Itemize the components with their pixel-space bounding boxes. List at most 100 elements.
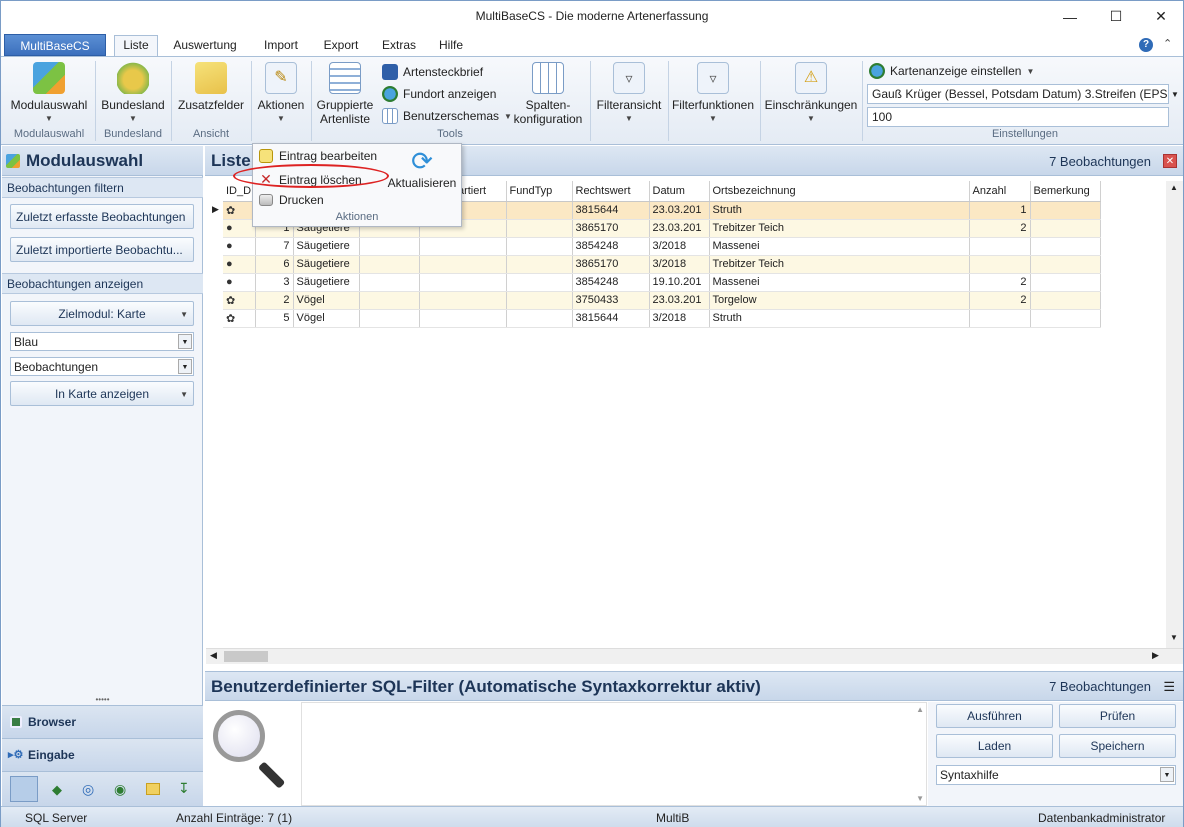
table-cell[interactable]: 3854248 <box>572 237 650 256</box>
help-icon[interactable]: ? <box>1139 38 1153 52</box>
table-cell[interactable] <box>419 255 507 274</box>
table-cell[interactable]: Trebitzer Teich <box>709 219 970 238</box>
folder-icon[interactable] <box>146 783 160 795</box>
table-cell[interactable]: Säugetiere <box>293 273 360 292</box>
table-cell[interactable]: 2 <box>969 291 1031 310</box>
table-icon[interactable] <box>10 776 38 802</box>
table-cell[interactable]: 19.10.201 <box>649 273 710 292</box>
chevron-down-icon[interactable]: ▼ <box>178 334 192 349</box>
vertical-scrollbar[interactable]: ▲ ▼ <box>1166 181 1183 648</box>
drucken-item[interactable]: Drucken <box>259 193 324 207</box>
table-cell[interactable] <box>969 255 1031 274</box>
table-cell[interactable]: 6 <box>255 255 294 274</box>
table-cell[interactable]: 3865170 <box>572 255 650 274</box>
table-cell[interactable]: 3815644 <box>572 309 650 328</box>
chevron-down-icon[interactable]: ▼ <box>1170 633 1178 642</box>
table-cell[interactable]: 3/2018 <box>649 255 710 274</box>
nav-browser[interactable]: Browser <box>2 705 203 738</box>
table-cell[interactable] <box>969 237 1031 256</box>
chevron-up-icon[interactable]: ▲ <box>916 705 924 714</box>
close-window-button[interactable]: ✕ <box>1138 1 1184 32</box>
scrollbar-thumb[interactable] <box>224 651 268 662</box>
column-header[interactable]: Rechtswert <box>572 181 650 202</box>
table-cell[interactable] <box>1030 237 1101 256</box>
download-icon[interactable]: ↧ <box>178 780 190 797</box>
app-menu-button[interactable]: MultiBaseCS <box>4 34 106 56</box>
table-cell[interactable] <box>1030 273 1101 292</box>
laden-button[interactable]: Laden <box>936 734 1053 758</box>
recent-observations-button[interactable]: Zuletzt erfasste Beobachtungen <box>10 204 194 229</box>
table-cell[interactable]: 23.03.201 <box>649 219 710 238</box>
table-cell[interactable] <box>359 291 420 310</box>
collapse-ribbon-icon[interactable]: ⌃ <box>1163 37 1172 50</box>
table-cell[interactable]: Massenei <box>709 273 970 292</box>
speichern-button[interactable]: Speichern <box>1059 734 1176 758</box>
kartenanzeige-button[interactable]: Kartenanzeige einstellen ▼ <box>869 62 1034 80</box>
aktionen-button[interactable]: ✎ Aktionen ▼ <box>253 62 309 126</box>
table-cell[interactable]: ● <box>223 219 256 238</box>
table-cell[interactable]: Säugetiere <box>293 237 360 256</box>
zusatzfelder-button[interactable]: Zusatzfelder <box>175 62 247 112</box>
table-cell[interactable]: ✿ <box>223 291 256 310</box>
table-cell[interactable] <box>1030 309 1101 328</box>
column-header[interactable]: Bemerkung <box>1030 181 1101 202</box>
table-cell[interactable]: 23.03.201 <box>649 201 710 220</box>
table-cell[interactable]: 2 <box>255 291 294 310</box>
table-cell[interactable]: ● <box>223 237 256 256</box>
column-header[interactable]: ID_D <box>223 181 256 202</box>
tab-auswertung[interactable]: Auswertung <box>169 36 241 57</box>
layer-select[interactable]: Beobachtungen ▼ <box>10 357 194 376</box>
table-cell[interactable] <box>506 255 573 274</box>
chevron-down-icon[interactable]: ▼ <box>178 359 192 374</box>
table-cell[interactable] <box>1030 219 1101 238</box>
filteransicht-button[interactable]: ▿ Filteransicht ▼ <box>593 62 665 126</box>
benutzerschemas-button[interactable]: Benutzerschemas ▼ <box>382 107 512 125</box>
chevron-down-icon[interactable]: ▼ <box>916 794 924 803</box>
table-cell[interactable]: 3750433 <box>572 291 650 310</box>
table-cell[interactable]: 3815644 <box>572 201 650 220</box>
globe-icon[interactable]: ◎ <box>82 781 94 798</box>
projection-select[interactable]: Gauß Krüger (Bessel, Potsdam Datum) 3.St… <box>867 84 1169 104</box>
table-cell[interactable]: 5 <box>255 309 294 328</box>
pruefen-button[interactable]: Prüfen <box>1059 704 1176 728</box>
table-cell[interactable] <box>359 255 420 274</box>
table-cell[interactable]: 3 <box>255 273 294 292</box>
table-row[interactable]: ● 6 Säugetiere 3865170 3/2018 Trebitzer Teich <box>223 255 1101 274</box>
table-cell[interactable] <box>359 273 420 292</box>
table-cell[interactable] <box>1030 201 1101 220</box>
nav-eingabe[interactable]: ▸⚙ Eingabe <box>2 738 203 771</box>
tab-export[interactable]: Export <box>319 36 363 57</box>
horizontal-scrollbar[interactable]: ◀ ▶ <box>206 648 1183 664</box>
table-cell[interactable]: 2 <box>969 219 1031 238</box>
table-cell[interactable] <box>506 219 573 238</box>
table-cell[interactable]: 2 <box>969 273 1031 292</box>
table-cell[interactable]: ✿ <box>223 309 256 328</box>
table-cell[interactable] <box>359 309 420 328</box>
eintrag-bearbeiten-item[interactable]: Eintrag bearbeiten <box>259 149 377 163</box>
table-cell[interactable] <box>506 201 573 220</box>
ausfuehren-button[interactable]: Ausführen <box>936 704 1053 728</box>
tab-extras[interactable]: Extras <box>377 36 421 57</box>
table-cell[interactable]: Massenei <box>709 237 970 256</box>
chevron-left-icon[interactable]: ◀ <box>210 650 217 661</box>
table-cell[interactable]: Struth <box>709 309 970 328</box>
table-cell[interactable]: Säugetiere <box>293 255 360 274</box>
table-cell[interactable]: ● <box>223 273 256 292</box>
tab-liste[interactable]: Liste <box>114 35 158 58</box>
column-header[interactable]: FundTyp <box>506 181 573 202</box>
table-cell[interactable] <box>969 309 1031 328</box>
minimize-button[interactable]: — <box>1047 1 1093 32</box>
maximize-button[interactable]: ☐ <box>1093 1 1139 32</box>
table-cell[interactable] <box>1030 255 1101 274</box>
table-cell[interactable] <box>419 237 507 256</box>
scale-input[interactable]: 100 <box>867 107 1169 127</box>
table-cell[interactable] <box>419 273 507 292</box>
in-karte-anzeigen-button[interactable]: In Karte anzeigen ▼ <box>10 381 194 406</box>
tab-import[interactable]: Import <box>257 36 305 57</box>
diamond-icon[interactable]: ◆ <box>52 782 62 798</box>
table-cell[interactable]: Vögel <box>293 291 360 310</box>
modulauswahl-button[interactable]: Modulauswahl ▼ <box>5 62 93 126</box>
table-cell[interactable]: 3865170 <box>572 219 650 238</box>
table-cell[interactable] <box>419 291 507 310</box>
table-row[interactable]: ✿ 5 Vögel 3815644 3/2018 Struth <box>223 309 1101 328</box>
